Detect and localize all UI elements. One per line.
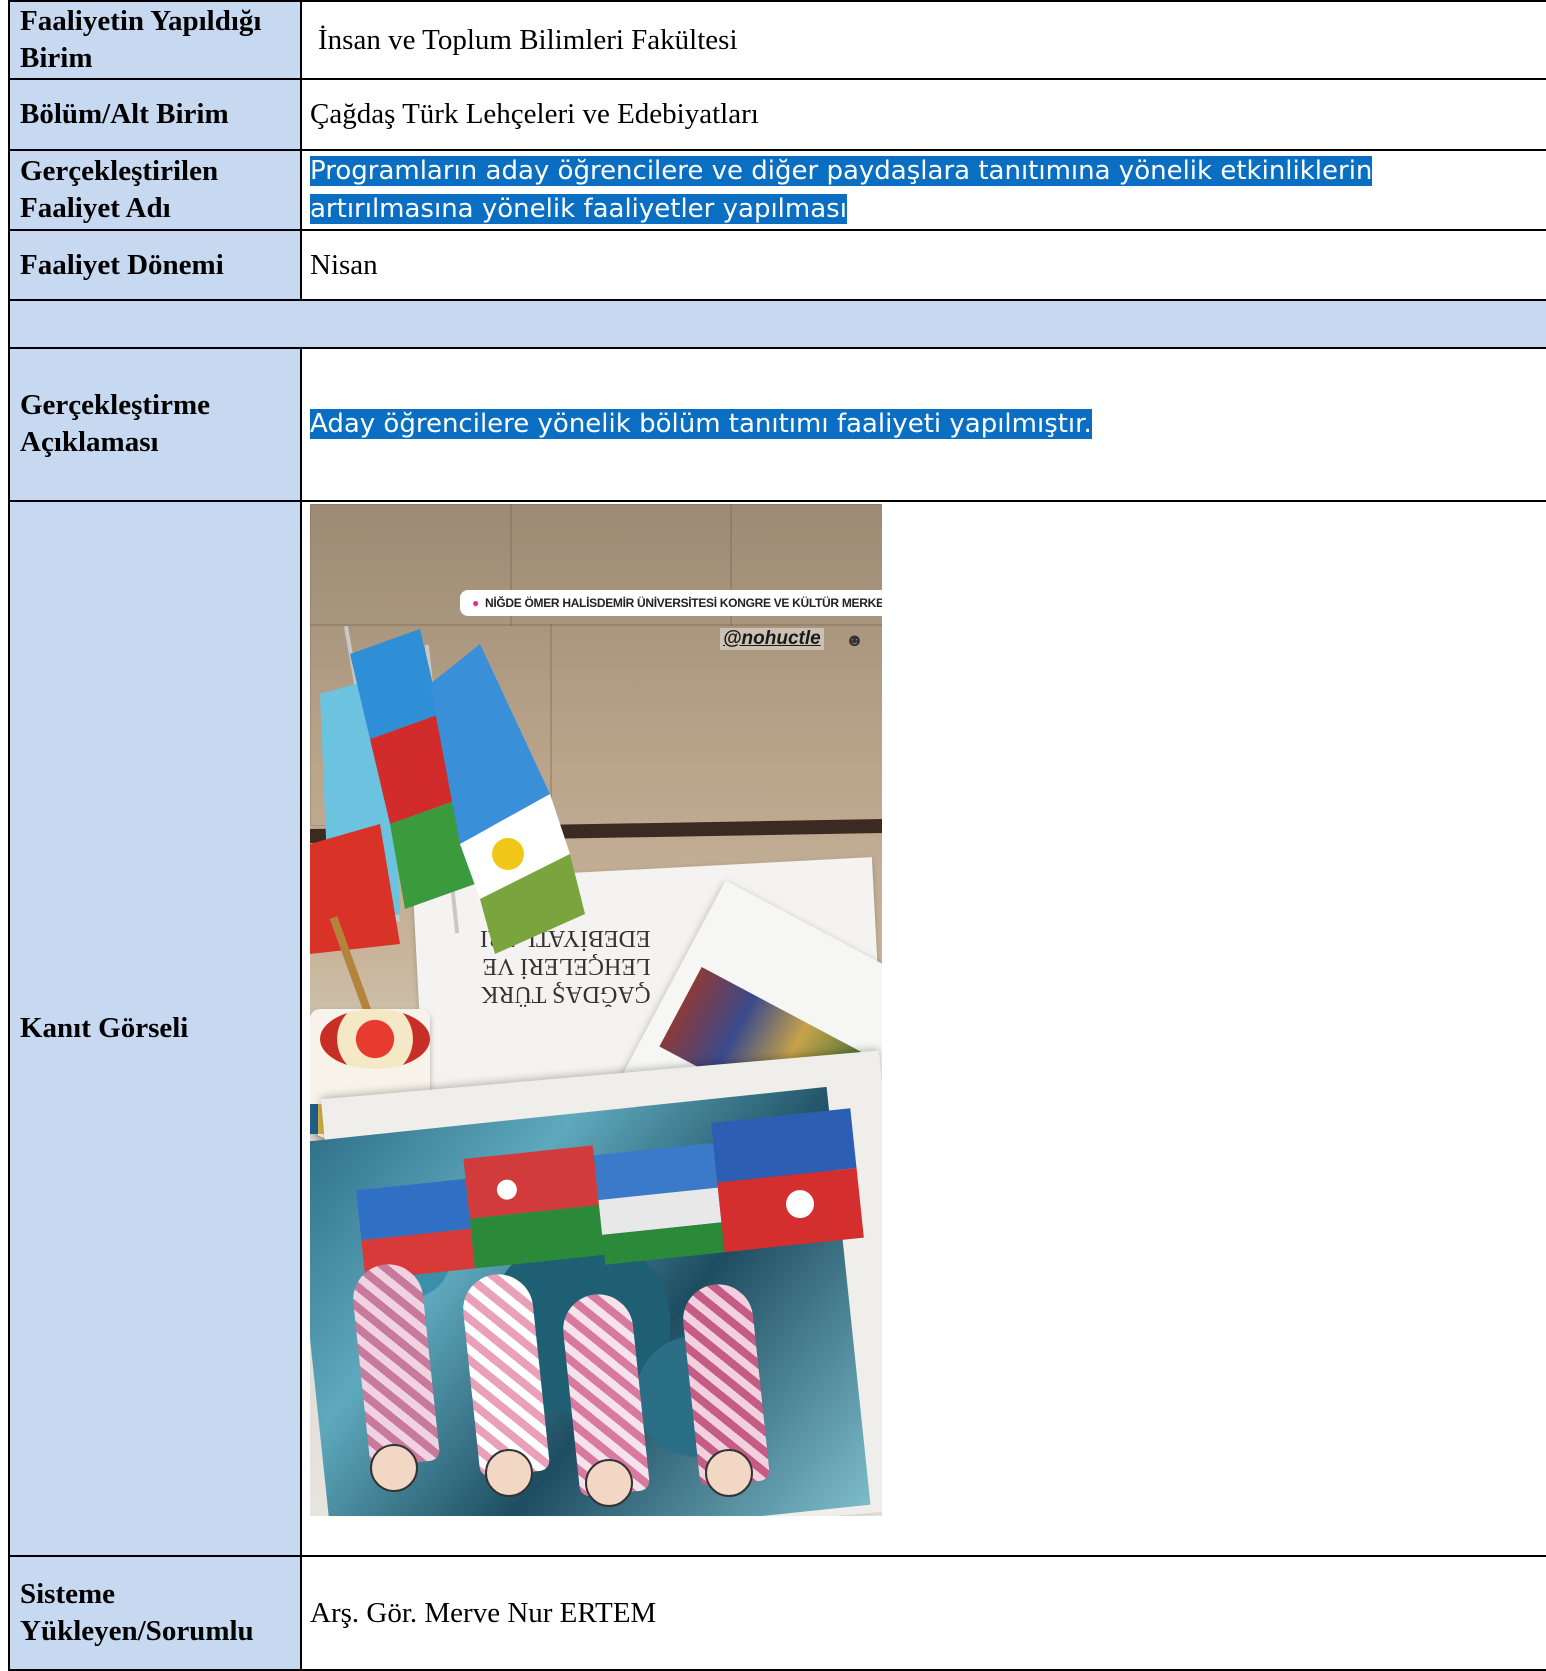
row-department: Bölüm/Alt Birim Çağdaş Türk Lehçeleri ve… [8, 78, 1546, 151]
value-description-cell: Aday öğrencilere yönelik bölüm tanıtımı … [300, 346, 1546, 502]
label-activity-name: Gerçekleştirilen Faaliyet Adı [8, 148, 302, 232]
label-unit: Faaliyetin Yapıldığı Birim [8, 0, 302, 81]
painted-face [705, 1448, 753, 1497]
row-description: Gerçekleştirme Açıklaması Aday öğrencile… [8, 346, 1546, 502]
evidence-photo: ● NİĞDE ÖMER HALİSDEMİR ÜNİVERSİTESİ KONG… [310, 503, 882, 1516]
value-uploader: Arş. Gör. Merve Nur ERTEM [300, 1555, 1546, 1671]
location-pin-icon: ● [472, 595, 479, 610]
avatar-icon: ☻ [845, 629, 864, 650]
row-period: Faaliyet Dönemi Nisan [8, 229, 1546, 302]
row-unit: Faaliyetin Yapıldığı Birim İnsan ve Topl… [8, 0, 1546, 81]
flags-cluster [310, 628, 585, 954]
row-uploader: Sisteme Yükleyen/Sorumlu Arş. Gör. Merve… [8, 1555, 1546, 1671]
mug-top [320, 1008, 430, 1069]
value-unit: İnsan ve Toplum Bilimleri Fakültesi [300, 0, 1546, 81]
location-tag: ● NİĞDE ÖMER HALİSDEMİR ÜNİVERSİTESİ KONG… [460, 589, 882, 616]
user-handle: @nohuctle [720, 627, 824, 650]
value-department: Çağdaş Türk Lehçeleri ve Edebiyatları [300, 78, 1546, 151]
painted-face [585, 1458, 633, 1507]
label-evidence: Kanıt Görseli [8, 499, 302, 1558]
activity-form-table: Faaliyetin Yapıldığı Birim İnsan ve Topl… [8, 0, 1546, 1671]
value-period: Nisan [300, 229, 1546, 302]
value-activity-name-cell: Programların aday öğrencilere ve diğer p… [300, 148, 1546, 232]
value-description: Aday öğrencilere yönelik bölüm tanıtımı … [310, 409, 1092, 440]
location-text: NİĞDE ÖMER HALİSDEMİR ÜNİVERSİTESİ KONGR… [484, 595, 882, 610]
label-description: Gerçekleştirme Açıklaması [8, 346, 302, 502]
label-department: Bölüm/Alt Birim [8, 78, 302, 151]
bashkortostan-emblem [492, 837, 524, 870]
painted-face [370, 1443, 418, 1492]
value-activity-name: Programların aday öğrencilere ve diğer p… [310, 155, 1373, 224]
label-period: Faaliyet Dönemi [8, 229, 302, 302]
row-activity-name: Gerçekleştirilen Faaliyet Adı Programlar… [8, 148, 1546, 232]
evidence-photo-cell: ● NİĞDE ÖMER HALİSDEMİR ÜNİVERSİTESİ KONG… [300, 499, 1546, 1558]
painted-face [485, 1448, 533, 1497]
spacer-cell [8, 299, 1546, 349]
spacer-row [8, 299, 1546, 349]
label-uploader: Sisteme Yükleyen/Sorumlu [8, 1555, 302, 1671]
row-evidence: Kanıt Görseli ● NİĞDE ÖMER HALİSDEMİR ÜNİ… [8, 499, 1546, 1558]
